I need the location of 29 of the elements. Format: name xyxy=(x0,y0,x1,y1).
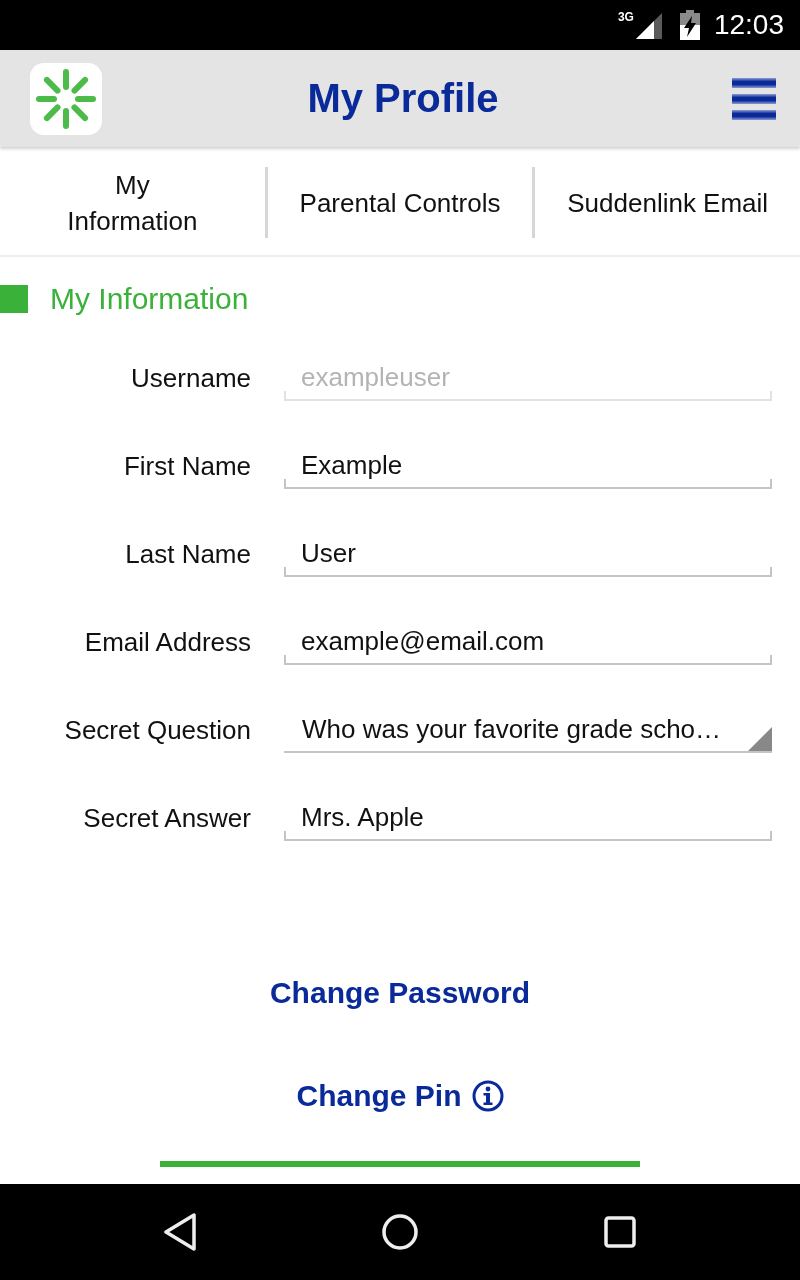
field-label: Secret Answer xyxy=(82,802,251,835)
clock-time: 12:03 xyxy=(713,9,784,41)
tab[interactable]: Parental Controls xyxy=(267,150,533,255)
tab[interactable]: My Information xyxy=(0,150,265,255)
section-title: My Information xyxy=(50,281,249,316)
network-type: 3G xyxy=(617,10,634,24)
text-field[interactable]: User xyxy=(284,532,772,577)
back-icon[interactable] xyxy=(163,1213,197,1251)
menu-icon[interactable] xyxy=(732,77,776,120)
field-label: First Name xyxy=(122,450,251,483)
recents-icon[interactable] xyxy=(604,1216,636,1248)
page-title: My Profile xyxy=(307,76,499,121)
action-link[interactable]: Change Password xyxy=(263,968,537,1018)
home-icon[interactable] xyxy=(382,1214,418,1250)
dropdown-triangle-icon xyxy=(748,727,772,751)
section-marker-icon xyxy=(0,284,28,313)
info-icon[interactable] xyxy=(471,1080,504,1112)
text-field[interactable]: Example xyxy=(284,444,772,489)
text-field[interactable]: Mrs. Apple xyxy=(284,796,772,841)
text-field[interactable]: example@email.com xyxy=(284,620,772,665)
signal-icon xyxy=(635,13,662,39)
field-label: Secret Question xyxy=(63,714,251,747)
dropdown-field[interactable]: Who was your favorite grade scho… xyxy=(284,708,772,753)
field-label: Email Address xyxy=(83,626,251,659)
tab[interactable]: Suddenlink Email xyxy=(535,150,800,255)
field-label: Last Name xyxy=(124,538,251,571)
battery-charging-icon xyxy=(679,10,700,40)
action-link[interactable]: Change Pin xyxy=(290,1071,510,1121)
field-label: Username xyxy=(130,362,251,395)
